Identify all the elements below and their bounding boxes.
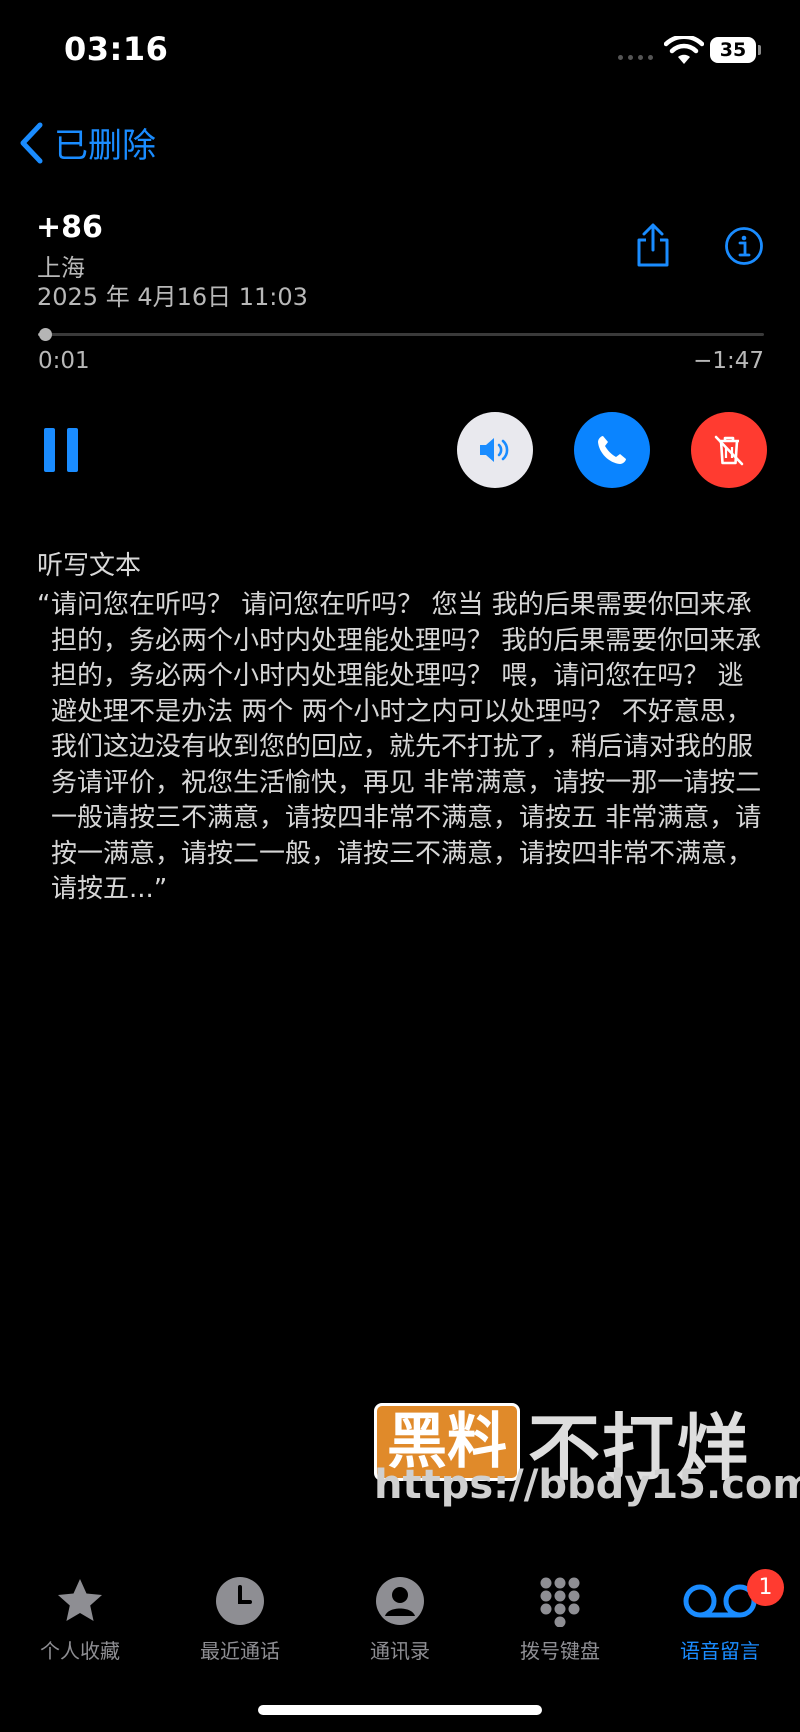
caller-number: +86 [36,210,103,245]
transcript-open-quote: “ [37,590,51,620]
share-icon[interactable] [633,222,673,268]
chevron-left-icon [20,122,43,163]
tab-favorites[interactable]: 个人收藏 [10,1555,150,1664]
back-label: 已删除 [54,126,156,166]
tab-label: 最近通话 [200,1639,280,1663]
call-back-button[interactable] [574,412,650,488]
remaining-time: −1:47 [693,348,764,374]
delete-button[interactable] [691,412,767,488]
elapsed-time: 0:01 [38,348,90,374]
battery-icon: 35 [710,37,756,63]
playback-scrubber[interactable] [38,333,764,336]
home-indicator[interactable] [258,1705,542,1715]
tab-keypad[interactable]: 拨号键盘 [490,1555,630,1664]
pause-icon-bar [67,428,78,472]
speaker-button[interactable] [457,412,533,488]
voicemail-badge: 1 [747,1569,784,1606]
clock-icon [216,1577,264,1625]
tab-label: 拨号键盘 [520,1639,600,1663]
transcript-label: 听写文本 [37,551,142,581]
pause-icon-bar [44,428,55,472]
keypad-icon [540,1577,580,1627]
tab-contacts[interactable]: 通讯录 [330,1555,470,1664]
watermark-url: https://bbdy15.com [374,1462,800,1508]
wifi-icon [664,36,704,64]
star-icon [58,1579,102,1621]
tab-label: 通讯录 [370,1639,430,1663]
speaker-icon [480,438,509,462]
info-icon[interactable] [724,226,764,266]
transcript-body: 请问您在听吗？ 请问您在听吗？ 您当 我的后果需要你回来承担的，务必两个小时内处… [51,590,762,904]
voicemail-datetime: 2025 年 4月16日 11:03 [37,283,308,311]
transcript-text: “ 请问您在听吗？ 请问您在听吗？ 您当 我的后果需要你回来承担的，务必两个小时… [37,588,767,908]
back-button[interactable]: 已删除 [18,118,156,167]
tab-label: 语音留言 [680,1639,760,1663]
tab-bar: 个人收藏 最近通话 通讯录 拨号键盘 语音留言 [0,1555,800,1665]
scrubber-knob[interactable] [39,328,53,341]
person-icon [376,1577,424,1625]
phone-icon [598,436,626,464]
status-time: 03:16 [64,30,169,68]
battery-cap [758,45,761,55]
tab-label: 个人收藏 [40,1639,120,1663]
cellular-signal-icon [618,55,653,60]
pause-button[interactable] [44,428,78,472]
trash-icon [714,435,744,466]
tab-recents[interactable]: 最近通话 [170,1555,310,1664]
